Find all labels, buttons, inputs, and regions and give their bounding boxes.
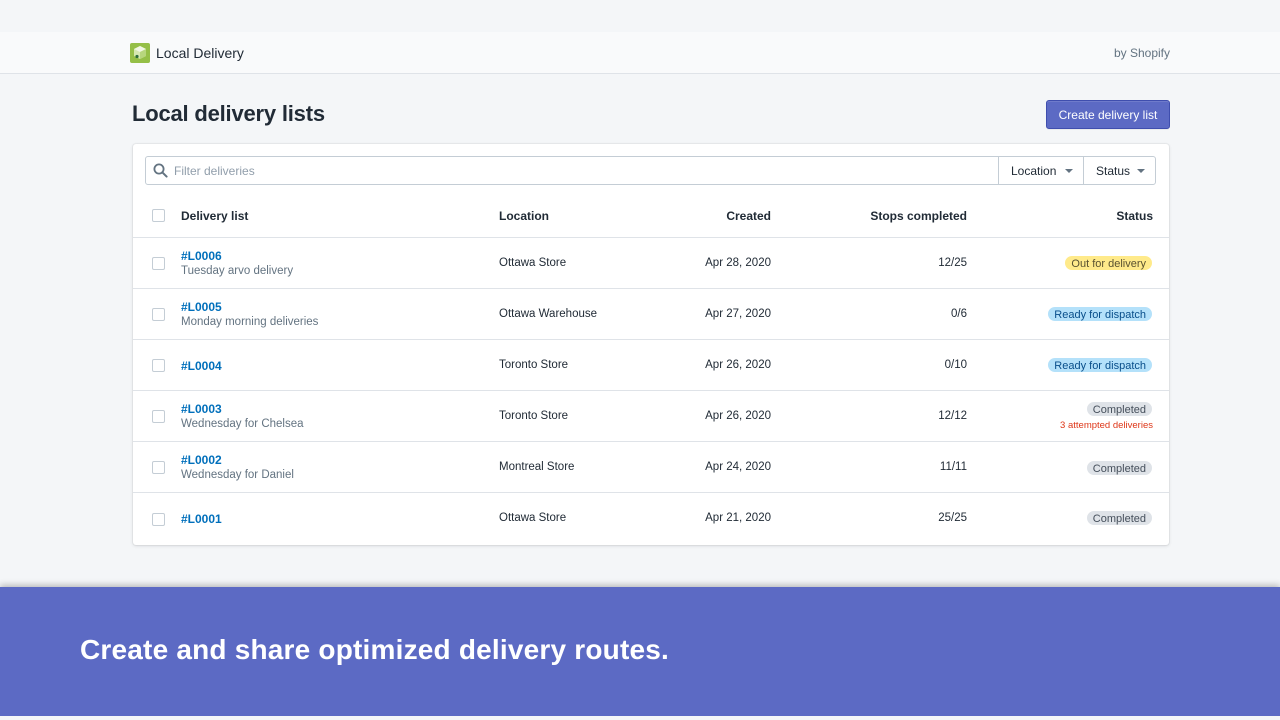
table-row[interactable]: #L0006 Tuesday arvo delivery Ottawa Stor… <box>133 238 1169 289</box>
location-filter-label: Location <box>1011 164 1057 178</box>
table-row[interactable]: #L0005 Monday morning deliveries Ottawa … <box>133 289 1169 340</box>
caret-down-icon <box>1065 169 1073 173</box>
bottom-strip <box>0 716 1280 720</box>
row-checkbox[interactable] <box>152 513 165 526</box>
row-stops: 0/6 <box>951 308 967 320</box>
caret-down-icon <box>1137 169 1145 173</box>
header-delivery-list[interactable]: Delivery list <box>181 209 248 223</box>
status-badge: Completed <box>1085 401 1153 417</box>
delivery-list-name: Monday morning deliveries <box>181 316 319 328</box>
row-checkbox[interactable] <box>152 308 165 321</box>
row-location: Toronto Store <box>499 410 569 422</box>
select-all-checkbox[interactable] <box>152 209 165 222</box>
table-row[interactable]: #L0003 Wednesday for Chelsea Toronto Sto… <box>133 391 1169 442</box>
top-strip <box>0 0 1280 32</box>
row-stops: 12/12 <box>938 410 967 422</box>
banner-headline: Create and share optimized delivery rout… <box>80 634 670 665</box>
promo-banner: Create and share optimized delivery rout… <box>0 587 1280 716</box>
header-status[interactable]: Status <box>1116 209 1153 223</box>
delivery-list-link[interactable]: #L0004 <box>181 359 222 373</box>
vendor-label: by Shopify <box>1113 46 1170 60</box>
search-icon <box>153 163 168 178</box>
delivery-list-link[interactable]: #L0001 <box>181 512 222 526</box>
row-location: Ottawa Warehouse <box>499 308 598 320</box>
row-stops: 25/25 <box>938 512 967 524</box>
row-location: Ottawa Store <box>499 512 567 524</box>
delivery-list-link[interactable]: #L0003 <box>181 402 222 416</box>
status-badge: Ready for dispatch <box>1047 306 1153 322</box>
header-stops-completed[interactable]: Stops completed <box>870 209 967 223</box>
row-created: Apr 21, 2020 <box>705 512 771 524</box>
local-delivery-logo <box>130 43 150 63</box>
row-checkbox[interactable] <box>152 461 165 474</box>
status-badge: Completed <box>1085 510 1153 526</box>
filter-box <box>145 156 999 185</box>
header-location[interactable]: Location <box>499 209 549 223</box>
row-location: Montreal Store <box>499 461 575 473</box>
table-row[interactable]: #L0002 Wednesday for Daniel Montreal Sto… <box>133 442 1169 493</box>
status-badge: Completed <box>1085 460 1153 476</box>
filter-deliveries-input[interactable] <box>174 157 994 184</box>
status-filter-label: Status <box>1096 164 1131 178</box>
delivery-list-link[interactable]: #L0006 <box>181 249 222 263</box>
row-stops: 0/10 <box>944 359 967 371</box>
app-name: Local Delivery <box>156 45 244 61</box>
status-filter-dropdown[interactable]: Status <box>1083 156 1156 185</box>
row-created: Apr 28, 2020 <box>705 257 771 269</box>
row-created: Apr 26, 2020 <box>705 410 771 422</box>
page-title: Local delivery lists <box>132 101 325 126</box>
row-checkbox[interactable] <box>152 359 165 372</box>
delivery-list-name: Wednesday for Chelsea <box>181 418 304 430</box>
row-location: Ottawa Store <box>499 257 567 269</box>
attempted-deliveries-note: 3 attempted deliveries <box>1060 420 1153 431</box>
row-checkbox[interactable] <box>152 410 165 423</box>
delivery-list-name: Wednesday for Daniel <box>181 469 294 481</box>
create-delivery-list-button[interactable]: Create delivery list <box>1046 100 1170 129</box>
status-badge: Out for delivery <box>1064 255 1153 271</box>
delivery-list-name: Tuesday arvo delivery <box>181 265 294 277</box>
delivery-list-link[interactable]: #L0005 <box>181 300 222 314</box>
row-created: Apr 24, 2020 <box>705 461 771 473</box>
row-stops: 12/25 <box>938 257 967 269</box>
app-bar: Local Delivery by Shopify <box>0 32 1280 74</box>
location-filter-dropdown[interactable]: Location <box>998 156 1084 185</box>
row-created: Apr 27, 2020 <box>705 308 771 320</box>
table-row[interactable]: #L0001 Ottawa Store Apr 21, 2020 25/25 C… <box>133 493 1169 544</box>
delivery-lists-card: Location Status Delivery list Location C… <box>133 144 1169 545</box>
row-checkbox[interactable] <box>152 257 165 270</box>
row-created: Apr 26, 2020 <box>705 359 771 371</box>
status-badge: Ready for dispatch <box>1047 357 1153 373</box>
row-location: Toronto Store <box>499 359 569 371</box>
header-created[interactable]: Created <box>726 209 771 223</box>
delivery-list-link[interactable]: #L0002 <box>181 453 222 467</box>
table-row[interactable]: #L0004 Toronto Store Apr 26, 2020 0/10 R… <box>133 340 1169 391</box>
row-stops: 11/11 <box>939 461 967 473</box>
